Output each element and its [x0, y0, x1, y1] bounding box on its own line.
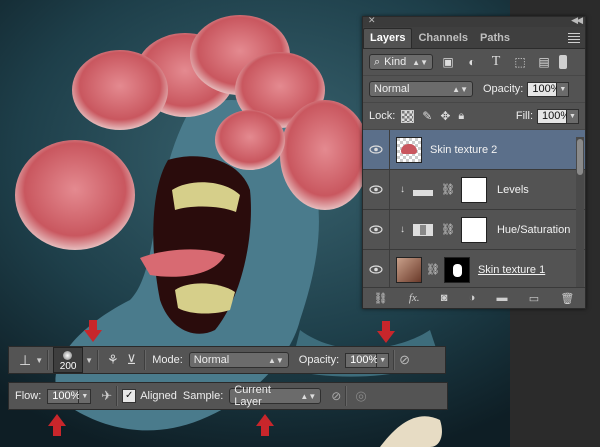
search-icon: ⌕ [374, 55, 381, 68]
lock-position-icon[interactable]: ✥ [440, 109, 450, 123]
lock-transparent-icon[interactable] [401, 109, 415, 123]
layer-style-icon[interactable]: fx. [409, 292, 420, 304]
pressure-size-icon[interactable]: ◎ [355, 388, 366, 404]
ignore-adjustment-layers-icon[interactable]: ⊘ [331, 389, 341, 403]
levels-adjustment-icon [413, 183, 433, 196]
opacity-input[interactable]: 100% [527, 81, 561, 97]
layer-row[interactable]: Skin texture 2 [363, 130, 585, 170]
filter-row: ⌕ Kind ▲▼ ▣ ◐ T ⬚ ▤ [363, 49, 585, 76]
link-chain-icon[interactable]: ⛓ [441, 223, 455, 236]
type-filter-icon[interactable]: T [487, 54, 505, 70]
panel-tabs: Layers Channels Paths [363, 27, 585, 49]
delete-layer-icon[interactable]: 🗑︎ [560, 292, 574, 305]
brush-size-value: 200 [59, 361, 77, 372]
layer-mask-thumbnail[interactable] [460, 216, 487, 243]
layer-mask-thumbnail[interactable] [460, 176, 487, 203]
shape-filter-icon[interactable]: ⬚ [511, 54, 529, 70]
airbrush-icon[interactable]: ✈︎ [101, 388, 112, 404]
lock-brush-icon[interactable]: ✎ [422, 109, 432, 123]
opacity-input[interactable]: 100% [345, 352, 378, 368]
flow-label: Flow: [15, 390, 42, 402]
panel-footer: ⛓ fx. ◙ ◑ ▬ ▭ 🗑︎ [363, 287, 585, 308]
tool-preset-arrow-icon[interactable]: ▼ [35, 356, 43, 365]
fill-slider-arrow-icon[interactable]: ▼ [567, 108, 579, 124]
layer-row[interactable]: ⛓ Skin texture 1 [363, 250, 585, 290]
fill-label: Fill: [515, 110, 533, 122]
annotation-arrow [256, 414, 274, 436]
fill-input[interactable]: 100% [537, 108, 570, 124]
layer-name: Skin texture 2 [430, 143, 498, 156]
mode-dropdown[interactable]: Normal ▲▼ [188, 352, 289, 368]
link-layers-icon[interactable]: ⛓ [374, 292, 388, 305]
sample-dropdown[interactable]: Current Layer ▲▼ [229, 384, 322, 408]
visibility-eye-icon[interactable] [363, 145, 389, 154]
layer-thumbnail[interactable] [396, 256, 422, 283]
add-mask-icon[interactable]: ◙ [441, 292, 448, 304]
lock-all-icon[interactable]: 🔒︎ [458, 110, 464, 123]
clone-stamp-tool-icon[interactable]: ⊥ [19, 352, 31, 369]
layer-thumbnail[interactable] [396, 136, 422, 163]
sample-label: Sample: [182, 390, 224, 402]
pixel-filter-icon[interactable]: ▣ [439, 54, 457, 70]
brush-picker-arrow-icon[interactable]: ▼ [85, 356, 93, 365]
visibility-eye-icon[interactable] [363, 225, 389, 234]
blend-row: Normal ▲▼ Opacity: 100% ▼ [363, 76, 585, 103]
opacity-label: Opacity: [298, 354, 340, 366]
kind-filter-dropdown[interactable]: ⌕ Kind ▲▼ [369, 54, 433, 70]
tool-options-bar-top: ⊥ ▼ 200 ▼ ⚘ ⊻ Mode: Normal ▲▼ Opacity: 1… [8, 346, 446, 374]
brush-preset-picker[interactable]: 200 [53, 347, 84, 373]
mode-label: Mode: [152, 354, 183, 366]
collapse-panel-icon[interactable]: ◀◀ [571, 15, 583, 26]
aligned-label: Aligned [140, 390, 177, 402]
flow-slider-arrow-icon[interactable]: ▼ [79, 388, 92, 404]
layer-row[interactable]: ↓ ⛓ Hue/Saturation [363, 210, 585, 250]
panel-menu-icon[interactable] [568, 33, 580, 45]
tool-options-bar-bottom: Flow: 100% ▼ ✈︎ ✓ Aligned Sample: Curren… [8, 382, 448, 410]
pressure-opacity-icon[interactable]: ⊘ [399, 352, 410, 368]
adjustment-filter-icon[interactable]: ◐ [463, 54, 481, 70]
layer-mask-thumbnail[interactable] [443, 256, 470, 283]
layers-panel: ✕ ◀◀ Layers Channels Paths ⌕ Kind ▲▼ ▣ ◐… [362, 15, 586, 309]
clip-arrow-icon: ↓ [400, 224, 405, 235]
new-group-icon[interactable]: ▬ [497, 292, 508, 304]
smart-object-filter-icon[interactable]: ▤ [535, 54, 553, 70]
link-chain-icon[interactable]: ⛓ [441, 183, 455, 196]
updown-arrow-icon: ▲▼ [267, 355, 284, 365]
layer-name: Skin texture 1 [477, 263, 546, 276]
flow-input[interactable]: 100% [47, 388, 80, 404]
tab-paths[interactable]: Paths [474, 29, 516, 48]
brush-tip-icon [63, 351, 73, 360]
annotation-arrow [377, 321, 395, 343]
link-chain-icon[interactable]: ⛓ [426, 263, 440, 276]
toggle-brush-panel-icon[interactable]: ⚘ [107, 352, 119, 368]
layer-name: Hue/Saturation [496, 223, 571, 236]
opacity-slider-arrow-icon[interactable]: ▼ [557, 81, 570, 97]
clip-arrow-icon: ↓ [400, 184, 405, 195]
opacity-slider-arrow-icon[interactable]: ▼ [377, 352, 390, 368]
lock-label: Lock: [369, 110, 396, 122]
updown-arrow-icon: ▲▼ [300, 391, 317, 401]
visibility-eye-icon[interactable] [363, 185, 389, 194]
filter-toggle-icon[interactable] [559, 55, 567, 69]
layer-row[interactable]: ↓ ⛓ Levels [363, 170, 585, 210]
visibility-eye-icon[interactable] [363, 265, 389, 274]
lock-row: Lock: ✎ ✥ 🔒︎ Fill: 100% ▼ [363, 103, 585, 130]
aligned-checkbox[interactable]: ✓ [122, 389, 137, 403]
blend-mode-dropdown[interactable]: Normal ▲▼ [369, 81, 473, 97]
tab-channels[interactable]: Channels [412, 29, 474, 48]
annotation-arrow [48, 414, 66, 436]
annotation-arrow [84, 320, 102, 342]
new-adjustment-icon[interactable]: ◑ [469, 292, 476, 304]
close-panel-icon[interactable]: ✕ [368, 15, 376, 26]
hue-saturation-icon [413, 223, 433, 236]
updown-arrow-icon: ▲▼ [412, 57, 428, 67]
tab-layers[interactable]: Layers [363, 28, 413, 48]
opacity-label: Opacity: [483, 83, 524, 95]
updown-arrow-icon: ▲▼ [452, 84, 468, 94]
layer-name: Levels [496, 183, 529, 196]
new-layer-icon[interactable]: ▭ [529, 292, 539, 305]
toggle-clone-source-icon[interactable]: ⊻ [127, 352, 137, 368]
layers-scrollbar[interactable] [576, 137, 584, 287]
